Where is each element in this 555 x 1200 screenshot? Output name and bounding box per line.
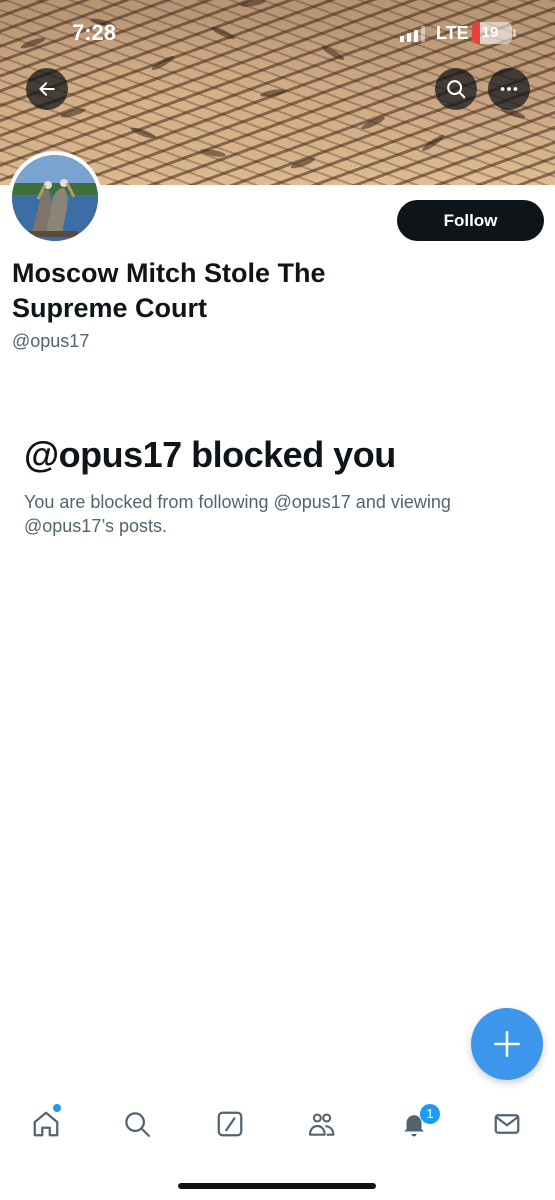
nav-communities[interactable] <box>302 1104 342 1144</box>
signal-icon <box>400 26 426 42</box>
nav-search[interactable] <box>117 1104 157 1144</box>
nav-messages[interactable] <box>487 1104 527 1144</box>
profile-display-name: Moscow Mitch Stole The Supreme Court <box>12 258 326 323</box>
home-indicator <box>178 1183 376 1189</box>
compose-button[interactable] <box>471 1008 543 1080</box>
unread-dot <box>53 1104 61 1112</box>
status-time: 7:28 <box>72 20 117 45</box>
home-icon <box>33 1111 59 1137</box>
profile-handle: @opus17 <box>12 331 90 351</box>
mail-icon <box>494 1114 520 1134</box>
search-icon <box>447 80 466 99</box>
search-button[interactable] <box>435 68 477 110</box>
battery-percent: 19 <box>481 24 499 41</box>
battery-icon: 19 <box>472 22 516 44</box>
network-label: LTE <box>436 23 469 43</box>
plus-icon <box>494 1031 520 1057</box>
grok-icon <box>217 1111 243 1137</box>
back-button[interactable] <box>26 68 68 110</box>
pelican-avatar-image <box>12 155 98 241</box>
follow-button[interactable]: Follow <box>397 200 544 241</box>
nav-grok[interactable] <box>210 1104 250 1144</box>
more-options-button[interactable] <box>488 68 530 110</box>
more-icon <box>500 87 518 91</box>
communities-icon <box>308 1113 335 1136</box>
arrow-left-icon <box>39 82 55 96</box>
avatar[interactable] <box>8 151 102 245</box>
notification-count-badge: 1 <box>420 1104 440 1124</box>
blocked-title: @opus17 blocked you <box>24 434 396 475</box>
search-icon <box>125 1112 150 1137</box>
blocked-description: You are blocked from following @opus17 a… <box>24 492 451 536</box>
